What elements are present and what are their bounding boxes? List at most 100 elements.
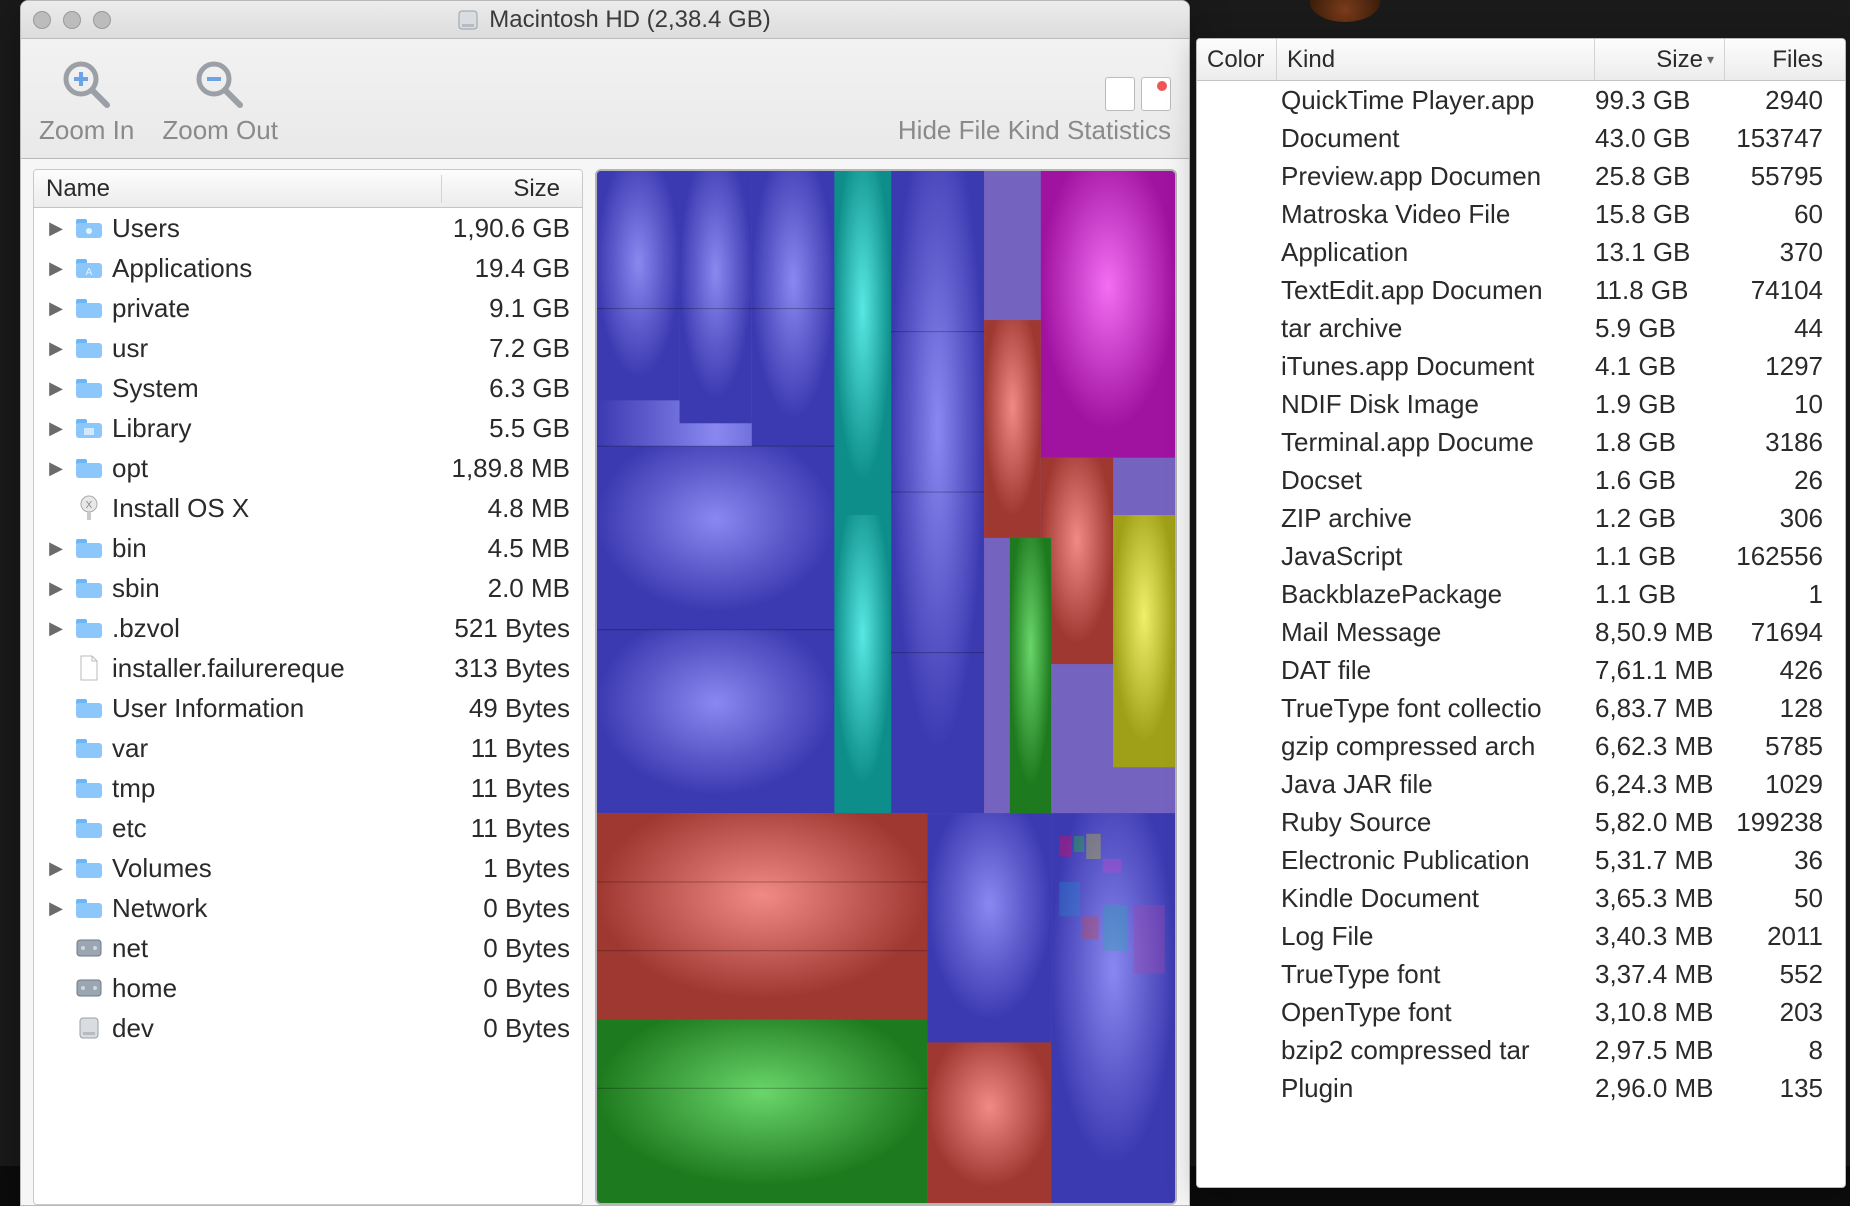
stats-row[interactable]: iTunes.app Document4.1 GB1297 (1197, 347, 1845, 385)
file-tree-row[interactable]: XInstall OS X4.8 MB (34, 488, 582, 528)
kind-name: Plugin (1277, 1073, 1595, 1104)
disclosure-triangle-icon[interactable]: ▶ (46, 858, 66, 879)
file-name: usr (112, 333, 419, 364)
file-tree-row[interactable]: net0 Bytes (34, 928, 582, 968)
treemap-svg (597, 171, 1175, 1203)
kind-files: 36 (1725, 845, 1845, 876)
stats-row[interactable]: BackblazePackage1.1 GB1 (1197, 575, 1845, 613)
file-name: var (112, 733, 419, 764)
disclosure-triangle-icon[interactable]: ▶ (46, 538, 66, 559)
svg-text:X: X (86, 500, 93, 511)
stats-row[interactable]: Application13.1 GB370 (1197, 233, 1845, 271)
stats-row[interactable]: Log File3,40.3 MB2011 (1197, 917, 1845, 955)
stats-row[interactable]: Plugin2,96.0 MB135 (1197, 1069, 1845, 1107)
stats-row[interactable]: Docset1.6 GB26 (1197, 461, 1845, 499)
file-tree-body[interactable]: ▶ Users1,90.6 GB▶ AApplications19.4 GB▶ … (34, 208, 582, 1204)
file-tree-row[interactable]: etc11 Bytes (34, 808, 582, 848)
column-header-size[interactable]: Size (442, 175, 582, 203)
stats-row[interactable]: JavaScript1.1 GB162556 (1197, 537, 1845, 575)
kind-size: 25.8 GB (1595, 161, 1725, 192)
file-tree-row[interactable]: dev0 Bytes (34, 1008, 582, 1048)
titlebar[interactable]: Macintosh HD (2,38.4 GB) (21, 1, 1189, 39)
file-tree-row[interactable]: ▶ private9.1 GB (34, 288, 582, 328)
disclosure-triangle-icon[interactable]: ▶ (46, 418, 66, 439)
folder-icon (74, 616, 104, 640)
disclosure-triangle-icon[interactable]: ▶ (46, 378, 66, 399)
folder-icon (74, 736, 104, 760)
stats-row[interactable]: OpenType font3,10.8 MB203 (1197, 993, 1845, 1031)
column-header-color[interactable]: Color (1197, 39, 1277, 80)
file-tree-row[interactable]: installer.failurereque313 Bytes (34, 648, 582, 688)
column-header-size[interactable]: Size ▾ (1595, 39, 1725, 80)
file-tree-row[interactable]: ▶ bin4.5 MB (34, 528, 582, 568)
minimize-button[interactable] (63, 11, 81, 29)
stats-row[interactable]: Mail Message8,50.9 MB71694 (1197, 613, 1845, 651)
stats-row[interactable]: Preview.app Documen25.8 GB55795 (1197, 157, 1845, 195)
toggle-statistics-label: Hide File Kind Statistics (898, 115, 1171, 146)
kind-name: gzip compressed arch (1277, 731, 1595, 762)
stats-row[interactable]: tar archive5.9 GB44 (1197, 309, 1845, 347)
stats-row[interactable]: Terminal.app Docume1.8 GB3186 (1197, 423, 1845, 461)
stats-row[interactable]: Electronic Publication5,31.7 MB36 (1197, 841, 1845, 879)
file-name: bin (112, 533, 419, 564)
file-tree-row[interactable]: ▶ .bzvol521 Bytes (34, 608, 582, 648)
stats-row[interactable]: Kindle Document3,65.3 MB50 (1197, 879, 1845, 917)
stats-row[interactable]: NDIF Disk Image1.9 GB10 (1197, 385, 1845, 423)
disclosure-triangle-icon[interactable]: ▶ (46, 898, 66, 919)
close-button[interactable] (33, 11, 51, 29)
file-tree-row[interactable]: ▶ Network0 Bytes (34, 888, 582, 928)
file-tree-row[interactable]: ▶ Library5.5 GB (34, 408, 582, 448)
file-tree-row[interactable]: User Information49 Bytes (34, 688, 582, 728)
file-size: 11 Bytes (427, 733, 582, 764)
disclosure-triangle-icon[interactable]: ▶ (46, 218, 66, 239)
kind-size: 6,62.3 MB (1595, 731, 1725, 762)
disclosure-triangle-icon[interactable]: ▶ (46, 458, 66, 479)
kind-name: Matroska Video File (1277, 199, 1595, 230)
kind-name: Java JAR file (1277, 769, 1595, 800)
stats-row[interactable]: TrueType font3,37.4 MB552 (1197, 955, 1845, 993)
stats-row[interactable]: TextEdit.app Documen11.8 GB74104 (1197, 271, 1845, 309)
stats-row[interactable]: Ruby Source5,82.0 MB199238 (1197, 803, 1845, 841)
stats-row[interactable]: bzip2 compressed tar2,97.5 MB8 (1197, 1031, 1845, 1069)
kind-files: 60 (1725, 199, 1845, 230)
zoom-button[interactable] (93, 11, 111, 29)
file-tree-row[interactable]: home0 Bytes (34, 968, 582, 1008)
disclosure-triangle-icon[interactable]: ▶ (46, 578, 66, 599)
file-tree-row[interactable]: ▶ Volumes1 Bytes (34, 848, 582, 888)
stats-body[interactable]: QuickTime Player.app99.3 GB2940Document4… (1197, 81, 1845, 1187)
file-tree-row[interactable]: tmp11 Bytes (34, 768, 582, 808)
column-header-name[interactable]: Name (34, 175, 442, 203)
kind-name: BackblazePackage (1277, 579, 1595, 610)
kind-files: 1 (1725, 579, 1845, 610)
stats-row[interactable]: TrueType font collectio6,83.7 MB128 (1197, 689, 1845, 727)
zoom-in-button[interactable]: Zoom In (39, 57, 134, 146)
disclosure-triangle-icon[interactable]: ▶ (46, 338, 66, 359)
folder-icon (74, 576, 104, 600)
file-tree-row[interactable]: ▶ opt1,89.8 MB (34, 448, 582, 488)
toggle-statistics-button[interactable]: Hide File Kind Statistics (898, 77, 1171, 146)
disclosure-triangle-icon[interactable]: ▶ (46, 258, 66, 279)
file-tree-row[interactable]: ▶ sbin2.0 MB (34, 568, 582, 608)
disclosure-triangle-icon[interactable]: ▶ (46, 618, 66, 639)
stats-row[interactable]: Matroska Video File15.8 GB60 (1197, 195, 1845, 233)
file-tree-row[interactable]: var 11 Bytes (34, 728, 582, 768)
file-tree-row[interactable]: ▶ System6.3 GB (34, 368, 582, 408)
kind-size: 43.0 GB (1595, 123, 1725, 154)
stats-row[interactable]: Document43.0 GB153747 (1197, 119, 1845, 157)
stats-row[interactable]: DAT file7,61.1 MB426 (1197, 651, 1845, 689)
stats-row[interactable]: QuickTime Player.app99.3 GB2940 (1197, 81, 1845, 119)
zoom-out-button[interactable]: Zoom Out (162, 57, 278, 146)
stats-row[interactable]: ZIP archive1.2 GB306 (1197, 499, 1845, 537)
file-tree-header: Name Size (34, 170, 582, 208)
zoom-in-icon (59, 57, 115, 113)
stats-row[interactable]: gzip compressed arch6,62.3 MB5785 (1197, 727, 1845, 765)
stats-row[interactable]: Java JAR file6,24.3 MB1029 (1197, 765, 1845, 803)
column-header-kind[interactable]: Kind (1277, 39, 1595, 80)
treemap-panel[interactable] (595, 169, 1177, 1205)
file-tree-row[interactable]: ▶ Users1,90.6 GB (34, 208, 582, 248)
kind-files: 8 (1725, 1035, 1845, 1066)
file-tree-row[interactable]: ▶ usr7.2 GB (34, 328, 582, 368)
column-header-files[interactable]: Files (1725, 39, 1845, 80)
file-tree-row[interactable]: ▶ AApplications19.4 GB (34, 248, 582, 288)
disclosure-triangle-icon[interactable]: ▶ (46, 298, 66, 319)
